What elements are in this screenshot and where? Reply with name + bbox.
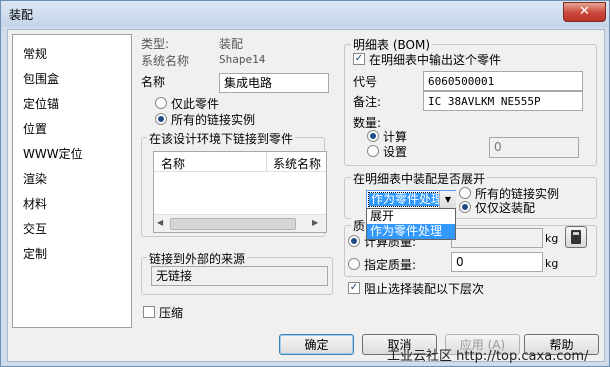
block-select-label: 阻止选择装配以下层次 <box>364 282 485 296</box>
close-button[interactable]: ✕ <box>563 2 606 22</box>
checkmark-icon: ✓ <box>354 53 364 64</box>
scroll-thumb[interactable] <box>170 218 296 230</box>
name-label: 名称 <box>141 75 166 89</box>
mass-set-input[interactable]: 0 <box>451 252 543 272</box>
calculator-icon <box>571 230 581 244</box>
column-divider <box>266 152 267 171</box>
nav-item-render[interactable]: 渲染 <box>23 170 47 187</box>
ext-link-value: 无链接 <box>151 266 328 286</box>
mass-set-label: 指定质量: <box>364 258 417 272</box>
type-value: 装配 <box>219 37 244 51</box>
bom-output-label: 在明细表中输出这个零件 <box>369 53 502 67</box>
close-icon: ✕ <box>579 4 590 19</box>
name-input[interactable]: 集成电路 <box>219 73 329 93</box>
nav-item-bounding-box[interactable]: 包围盒 <box>23 70 59 87</box>
qty-set-radio[interactable] <box>367 145 379 157</box>
sysname-value: Shape14 <box>219 53 266 66</box>
expand-dropdown-list: 展开 作为零件处理 <box>366 208 456 240</box>
link-env-list[interactable]: 名称 系统名称 ◀ ▶ <box>153 151 327 233</box>
nav-item-material[interactable]: 材料 <box>23 195 47 212</box>
title-bar[interactable]: 装配 ✕ <box>1 1 609 27</box>
sysname-label: 系统名称 <box>141 54 190 68</box>
ext-link-title: 链接到外部的来源 <box>147 250 248 267</box>
column-sysname-header[interactable]: 系统名称 <box>273 155 321 172</box>
dropdown-option-as-part[interactable]: 作为零件处理 <box>367 224 455 239</box>
mass-calc-input <box>451 228 543 248</box>
nav-item-custom[interactable]: 定制 <box>23 245 47 262</box>
remark-input[interactable]: IC 38AVLKM NE555P <box>423 91 583 111</box>
qty-input[interactable]: 0 <box>489 137 579 158</box>
nav-item-www-position[interactable]: WWW定位 <box>23 145 83 162</box>
expand-combobox[interactable]: 作为零件处理 ▼ <box>366 190 456 209</box>
link-env-title: 在该设计环境下链接到零件 <box>147 130 296 147</box>
list-header: 名称 系统名称 <box>154 152 326 172</box>
expand-title: 在明细表中装配是否展开 <box>351 170 488 187</box>
nav-item-general[interactable]: 常规 <box>23 45 47 62</box>
watermark: 工业云社区 http://top.caxa.com/ <box>387 349 589 364</box>
ok-button[interactable]: 确定 <box>279 334 354 355</box>
block-select-checkbox[interactable]: ✓ <box>348 282 360 294</box>
only-this-part-label: 仅此零件 <box>171 97 220 111</box>
qty-label: 数量: <box>353 116 382 130</box>
code-label: 代号 <box>353 75 378 89</box>
nav-item-anchor[interactable]: 定位锚 <box>23 95 59 112</box>
remark-label: 备注: <box>353 95 382 109</box>
expand-all-links-radio[interactable] <box>459 187 471 199</box>
mass-set-unit: kg <box>545 257 559 270</box>
dialog-body: 常规 包围盒 定位锚 位置 WWW定位 渲染 材料 交互 定制 类型: 装配 系… <box>7 29 605 362</box>
property-nav: 常规 包围盒 定位锚 位置 WWW定位 渲染 材料 交互 定制 <box>12 34 132 328</box>
all-links-radio[interactable] <box>155 113 167 125</box>
checkmark-icon: ✓ <box>349 282 359 293</box>
chevron-down-icon[interactable]: ▼ <box>439 191 456 208</box>
type-label: 类型: <box>141 37 170 51</box>
compress-checkbox[interactable] <box>143 306 155 318</box>
mass-title: 质 <box>351 217 368 234</box>
expand-only-this-radio[interactable] <box>459 201 471 213</box>
all-links-label: 所有的链接实例 <box>171 113 256 127</box>
mass-calc-unit: kg <box>545 232 559 245</box>
qty-calc-radio[interactable] <box>367 130 379 142</box>
mass-calc-radio[interactable] <box>348 235 360 247</box>
column-name-header[interactable]: 名称 <box>161 155 185 172</box>
qty-set-label: 设置 <box>383 145 408 159</box>
code-input[interactable]: 6060500001 <box>423 71 583 91</box>
nav-item-position[interactable]: 位置 <box>23 120 47 137</box>
nav-item-interaction[interactable]: 交互 <box>23 220 47 237</box>
dropdown-option-expand[interactable]: 展开 <box>367 209 455 224</box>
bom-output-checkbox[interactable]: ✓ <box>353 53 365 65</box>
mass-set-radio[interactable] <box>348 258 360 270</box>
calculator-button[interactable] <box>565 226 587 248</box>
horizontal-scrollbar[interactable]: ◀ ▶ <box>154 214 326 232</box>
scroll-right-icon[interactable]: ▶ <box>312 218 318 227</box>
assembly-dialog: 装配 ✕ 常规 包围盒 定位锚 位置 WWW定位 渲染 材料 交互 定制 类型:… <box>0 0 610 367</box>
expand-only-this-label: 仅仅这装配 <box>475 201 536 215</box>
combobox-value: 作为零件处理 <box>367 192 447 207</box>
compress-label: 压缩 <box>159 306 184 320</box>
window-title: 装配 <box>9 8 34 22</box>
scroll-left-icon[interactable]: ◀ <box>157 218 163 227</box>
only-this-part-radio[interactable] <box>155 97 167 109</box>
